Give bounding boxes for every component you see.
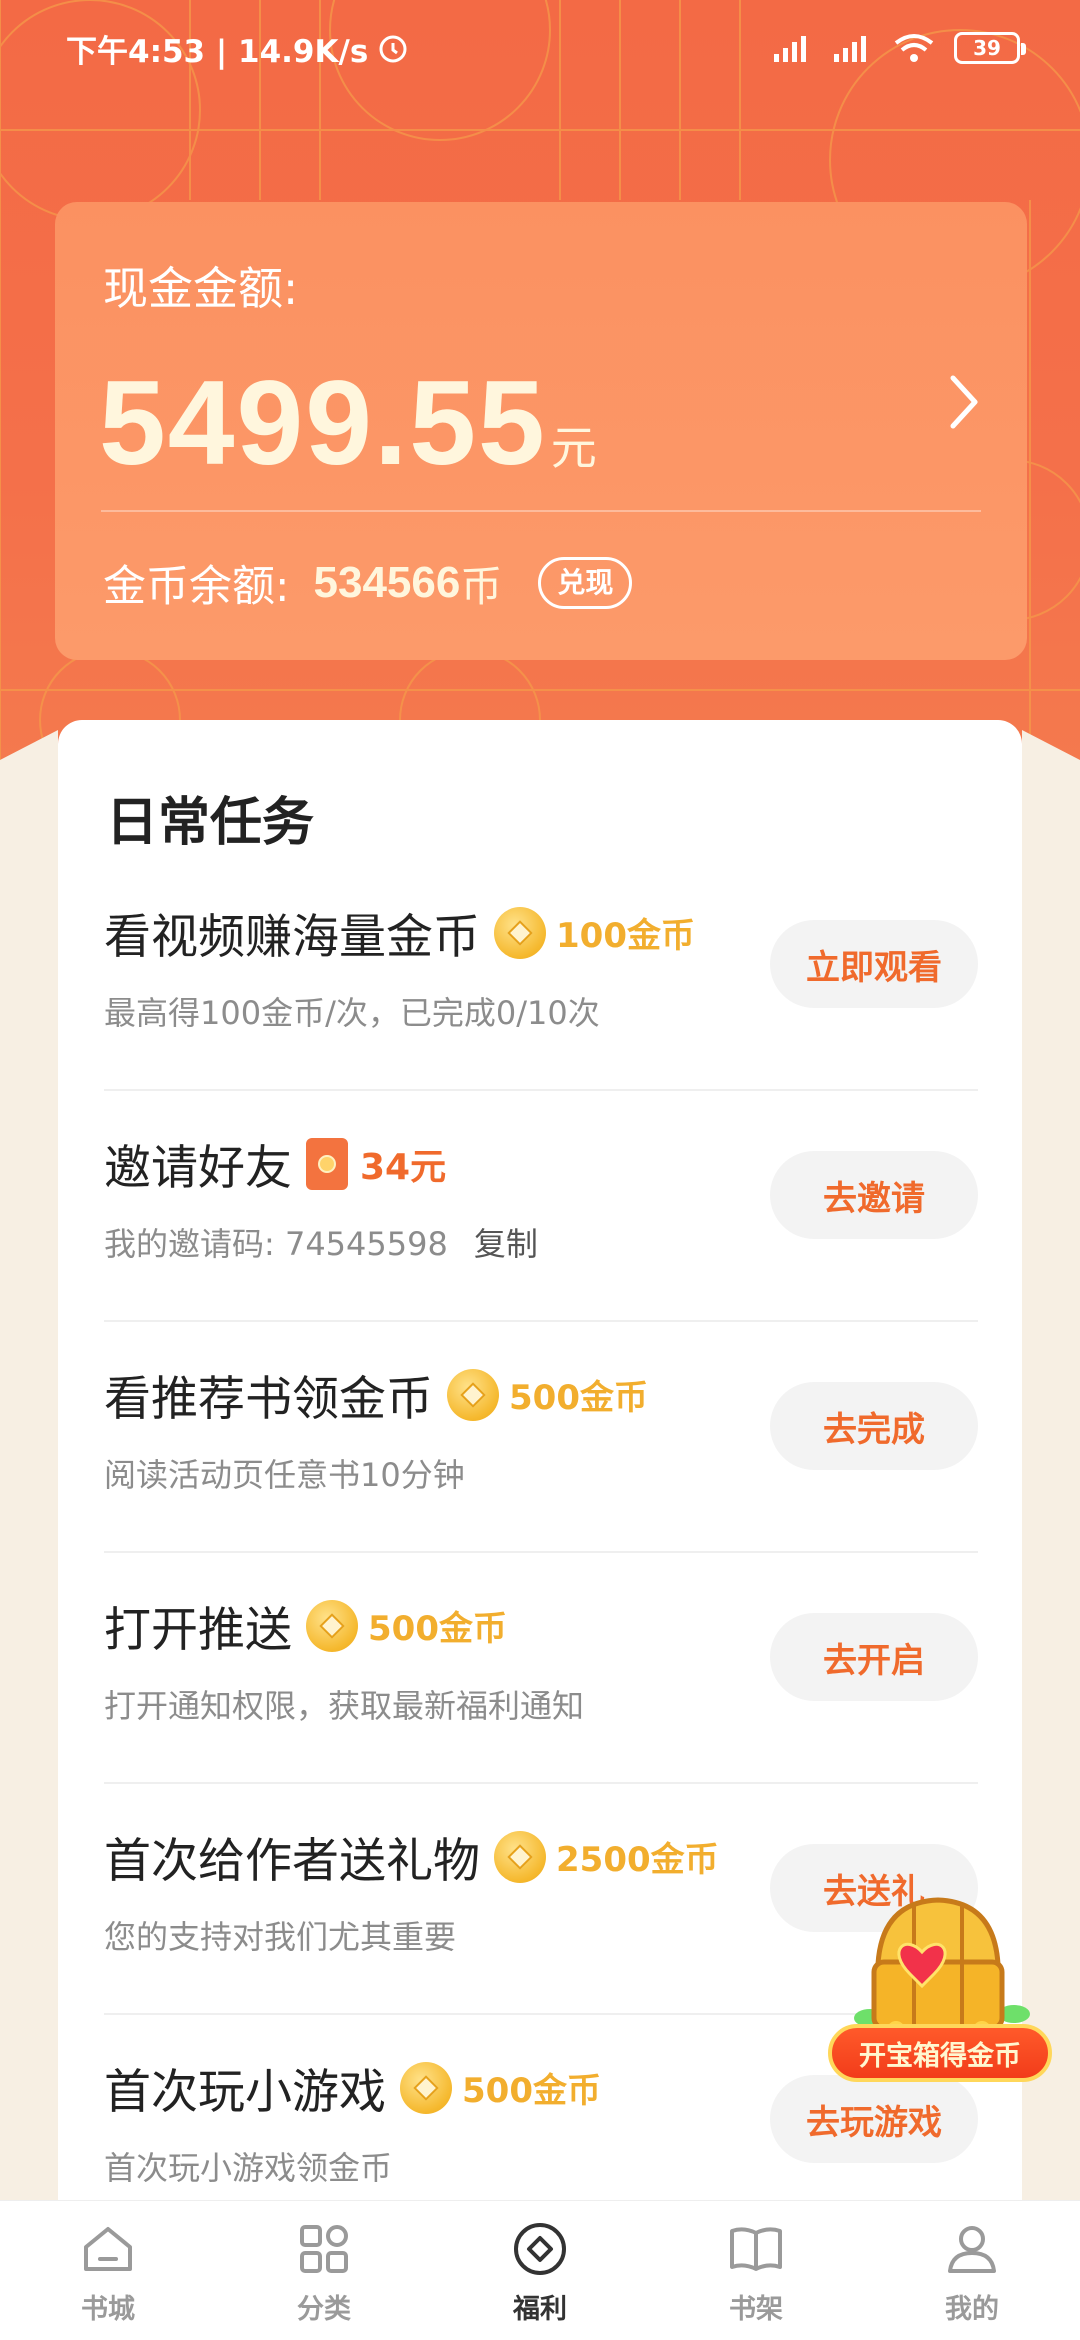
coin-balance-row: 金币余额: 534566 币 兑现 <box>103 552 633 614</box>
watch-video-button[interactable]: 立即观看 <box>770 920 978 1008</box>
grid-icon <box>300 2225 348 2273</box>
cash-unit: 元 <box>550 421 597 475</box>
divider <box>101 510 981 512</box>
task-desc: 阅读活动页任意书10分钟 <box>104 1456 465 1494</box>
play-game-button[interactable]: 去玩游戏 <box>770 2075 978 2163</box>
nav-item-welfare[interactable]: 福利 <box>432 2201 648 2340</box>
coin-balance-unit: 币 <box>460 561 503 611</box>
task-reward: 500金币 <box>447 1368 648 1421</box>
cash-label: 现金金额: <box>103 262 299 315</box>
task-reward: 500金币 <box>400 2061 601 2114</box>
nav-item-bookshelf[interactable]: 书架 <box>648 2201 864 2340</box>
nav-label: 书城 <box>81 2294 135 2325</box>
coin-icon <box>494 906 546 959</box>
complete-button[interactable]: 去完成 <box>770 1382 978 1470</box>
status-bar: 下午4:53 | 14.9K/s 39 <box>0 0 1080 96</box>
treasure-chest-icon <box>854 1897 1030 2039</box>
wifi-icon <box>894 34 934 62</box>
task-desc: 首次玩小游戏领金币 <box>104 2149 393 2187</box>
task-row: 邀请好友 34元 我的邀请码: 74545598 复制 去邀请 <box>104 1091 978 1322</box>
nav-item-mine[interactable]: 我的 <box>864 2201 1080 2340</box>
task-row: 看推荐书领金币 500金币 阅读活动页任意书10分钟 去完成 <box>104 1322 978 1553</box>
red-packet-icon <box>306 1137 348 1190</box>
task-desc: 打开通知权限，获取最新福利通知 <box>104 1687 585 1725</box>
copy-invite-code-link[interactable]: 复制 <box>474 1219 538 1265</box>
battery-icon: 39 <box>954 32 1026 64</box>
task-name: 首次给作者送礼物 <box>104 1834 480 1889</box>
enable-push-button[interactable]: 去开启 <box>770 1613 978 1701</box>
task-row: 看视频赚海量金币 100金币 最高得100金币/次，已完成0/10次 立即观看 <box>104 860 978 1091</box>
task-name: 邀请好友 <box>104 1141 292 1196</box>
task-reward: 500金币 <box>306 1599 507 1652</box>
chevron-right-icon[interactable] <box>945 370 985 434</box>
task-name: 看视频赚海量金币 <box>104 910 480 965</box>
task-name: 首次玩小游戏 <box>104 2065 386 2120</box>
user-icon <box>948 2226 996 2273</box>
coin-balance-label: 金币余额: <box>103 562 290 612</box>
coin-icon <box>494 1830 546 1883</box>
cash-amount: 5499.55 <box>99 356 547 490</box>
bottom-nav: 书城 分类 福利 书架 我的 <box>0 2200 1080 2340</box>
coin-balance-value: 534566 <box>313 558 461 607</box>
book-icon <box>730 2227 782 2271</box>
task-reward: 34元 <box>306 1137 446 1190</box>
nav-item-bookstore[interactable]: 书城 <box>0 2201 216 2340</box>
coin-icon <box>400 2061 452 2114</box>
signal-hd-icon <box>834 36 866 62</box>
cash-card[interactable]: 现金金额: 5499.55 元 金币余额: 534566 币 兑现 <box>55 202 1027 660</box>
task-desc: 我的邀请码: 74545598 复制 <box>104 1219 538 1265</box>
task-name: 看推荐书领金币 <box>104 1372 433 1427</box>
status-time-speed: 下午4:53 | 14.9K/s <box>66 26 410 71</box>
nav-label: 我的 <box>945 2294 999 2325</box>
task-reward: 100金币 <box>494 906 695 959</box>
exchange-button[interactable]: 兑现 <box>538 557 633 609</box>
task-name: 打开推送 <box>104 1603 292 1658</box>
task-desc: 您的支持对我们尤其重要 <box>104 1918 457 1956</box>
home-icon <box>84 2227 132 2271</box>
tasks-title: 日常任务 <box>106 793 315 853</box>
coin-icon <box>447 1368 499 1421</box>
nav-label: 福利 <box>513 2294 567 2325</box>
cash-amount-row: 5499.55 元 <box>99 354 597 492</box>
task-row: 打开推送 500金币 打开通知权限，获取最新福利通知 去开启 <box>104 1553 978 1784</box>
task-reward: 2500金币 <box>494 1830 719 1883</box>
coin-icon <box>514 2223 566 2275</box>
treasure-chest-button[interactable]: 开宝箱得金币 <box>826 1890 1056 2086</box>
nav-label: 书架 <box>729 2294 783 2325</box>
alarm-icon <box>379 35 407 63</box>
treasure-chest-label: 开宝箱得金币 <box>828 2024 1052 2082</box>
task-desc: 最高得100金币/次，已完成0/10次 <box>104 994 600 1032</box>
signal-icon <box>774 36 806 62</box>
status-indicators: 39 <box>772 31 1026 65</box>
nav-label: 分类 <box>297 2294 351 2325</box>
invite-button[interactable]: 去邀请 <box>770 1151 978 1239</box>
nav-item-category[interactable]: 分类 <box>216 2201 432 2340</box>
coin-icon <box>306 1599 358 1652</box>
